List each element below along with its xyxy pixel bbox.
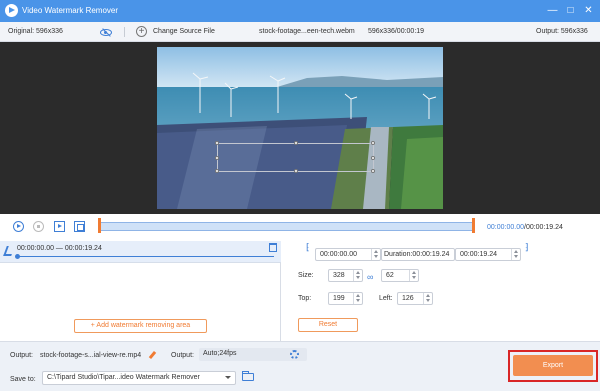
editor-area: 00:00:00.00 — 00:00:19.24 + Add watermar… <box>0 241 600 341</box>
add-watermark-area-button[interactable]: + Add watermark removing area <box>74 319 207 333</box>
output-format-value: Auto;24fps <box>203 350 237 357</box>
segment-progress-bar <box>15 254 274 259</box>
size-label: Size: <box>298 272 314 279</box>
resize-handle[interactable] <box>371 169 375 173</box>
save-path-select[interactable]: C:\Tipard Studio\Tipar...ideo Watermark … <box>42 371 236 385</box>
left-field[interactable]: 126 <box>397 292 433 305</box>
top-field[interactable]: 199 <box>328 292 363 305</box>
play-icon[interactable] <box>13 221 24 232</box>
output-label: Output: <box>10 352 33 359</box>
left-label: Left: <box>379 295 393 302</box>
next-frame-icon[interactable] <box>54 221 65 232</box>
duration-field: Duration:00:00:19.24 <box>381 248 455 261</box>
title-bar: Video Watermark Remover — □ ✕ <box>0 0 600 22</box>
resize-handle[interactable] <box>215 141 219 145</box>
output-resolution: Output: 596x336 <box>536 28 588 35</box>
start-time-field[interactable]: 00:00:00.00 <box>315 248 381 261</box>
link-aspect-icon[interactable]: ∞ <box>367 272 373 282</box>
settings-panel: ⁅ 00:00:00.00 Duration:00:00:19.24 00:00… <box>282 241 600 341</box>
change-source-button[interactable]: Change Source File <box>153 28 215 35</box>
start-marker-handle[interactable] <box>98 218 101 233</box>
video-frame <box>157 47 443 209</box>
edit-pen-icon[interactable] <box>148 350 157 360</box>
resize-handle[interactable] <box>294 169 298 173</box>
original-resolution: Original: 596x336 <box>8 28 63 35</box>
width-field[interactable]: 328 <box>328 269 363 282</box>
save-to-label: Save to: <box>10 376 36 383</box>
bottom-bar: Output: stock-footage-s...ial-view-re.mp… <box>0 341 600 391</box>
resize-handle[interactable] <box>215 169 219 173</box>
top-stepper[interactable] <box>353 293 362 304</box>
output-file-name: stock-footage-s...ial-view-re.mp4 <box>40 352 142 359</box>
maximize-button[interactable]: □ <box>563 3 578 18</box>
chevron-down-icon[interactable] <box>225 376 231 379</box>
end-time-value: 00:00:19.24 <box>460 251 497 258</box>
timeline-track[interactable] <box>98 222 475 231</box>
left-value: 126 <box>402 295 414 302</box>
left-stepper[interactable] <box>423 293 432 304</box>
close-button[interactable]: ✕ <box>581 3 596 18</box>
folder-icon[interactable] <box>242 371 254 381</box>
width-value: 328 <box>333 272 345 279</box>
fit-screen-icon[interactable] <box>74 221 85 232</box>
resize-handle[interactable] <box>371 156 375 160</box>
export-highlight-frame <box>508 350 598 382</box>
video-preview <box>0 42 600 214</box>
width-stepper[interactable] <box>353 270 362 281</box>
time-readout: 00:00:00.00/00:00:19.24 <box>487 224 563 231</box>
output-format-label: Output: <box>171 352 194 359</box>
save-path-value: C:\Tipard Studio\Tipar...ideo Watermark … <box>47 374 200 381</box>
end-time-stepper[interactable] <box>511 249 520 260</box>
total-time: 00:00:19.24 <box>525 224 563 231</box>
plus-icon[interactable]: + <box>136 26 147 37</box>
end-marker-handle[interactable] <box>472 218 475 233</box>
resize-handle[interactable] <box>294 141 298 145</box>
separator <box>124 27 125 37</box>
current-time: 00:00:00.00 <box>487 224 524 231</box>
top-label: Top: <box>298 295 312 302</box>
resize-handle[interactable] <box>215 156 219 160</box>
minimize-button[interactable]: — <box>545 3 560 18</box>
trash-icon[interactable] <box>269 243 277 252</box>
app-title: Video Watermark Remover <box>22 6 119 15</box>
info-bar: Original: 596x336 + Change Source File s… <box>0 22 600 42</box>
video-scene <box>157 47 443 209</box>
app-logo-icon <box>5 4 18 17</box>
start-bracket-icon[interactable]: ⁅ <box>306 242 310 253</box>
height-stepper[interactable] <box>409 270 418 281</box>
stop-icon[interactable] <box>33 221 44 232</box>
eye-toggle-icon[interactable] <box>100 29 112 36</box>
reset-button[interactable]: Reset <box>298 318 358 332</box>
playback-controls: 00:00:00.00/00:00:19.24 <box>0 214 600 241</box>
segment-time-range: 00:00:00.00 — 00:00:19.24 <box>17 245 102 252</box>
resize-handle[interactable] <box>371 141 375 145</box>
source-file-meta: 596x336/00:00:19 <box>368 28 425 35</box>
start-time-stepper[interactable] <box>371 249 380 260</box>
brush-icon <box>3 246 15 256</box>
start-time-value: 00:00:00.00 <box>320 251 357 258</box>
height-field[interactable]: 62 <box>381 269 419 282</box>
end-time-field[interactable]: 00:00:19.24 <box>455 248 521 261</box>
gear-icon[interactable] <box>290 350 299 359</box>
top-value: 199 <box>333 295 345 302</box>
source-file-name: stock-footage...een-tech.webm <box>259 28 355 35</box>
segment-panel: 00:00:00.00 — 00:00:19.24 + Add watermar… <box>0 241 281 341</box>
end-bracket-icon[interactable]: ⁆ <box>525 242 529 253</box>
watermark-selection-box[interactable] <box>215 141 375 173</box>
segment-row[interactable]: 00:00:00.00 — 00:00:19.24 <box>0 241 281 263</box>
height-value: 62 <box>386 272 394 279</box>
